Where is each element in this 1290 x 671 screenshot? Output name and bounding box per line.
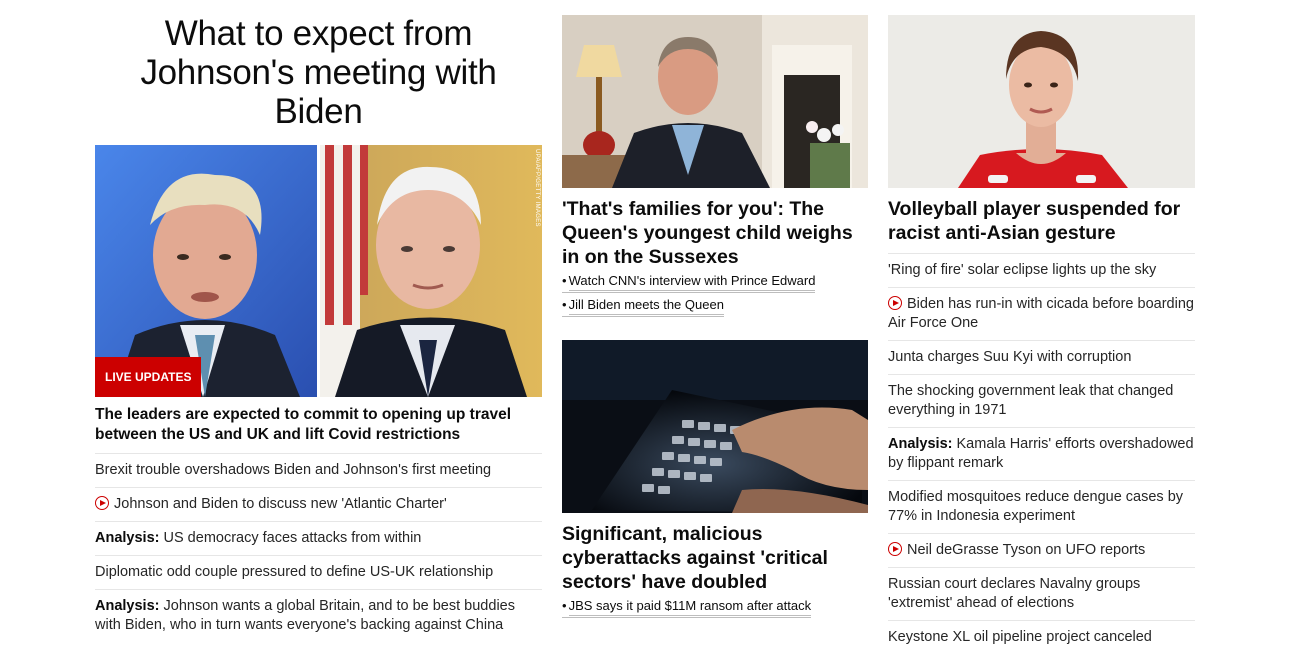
list-item-text: Junta charges Suu Kyi with corruption: [888, 349, 1132, 365]
bullet: •: [562, 297, 567, 312]
list-item[interactable]: Keystone XL oil pipeline project cancele…: [888, 621, 1195, 654]
cyberattacks-headline[interactable]: Significant, malicious cyberattacks agai…: [562, 522, 868, 594]
main-headline[interactable]: What to expect from Johnson's meeting wi…: [95, 14, 542, 131]
list-item[interactable]: Modified mosquitoes reduce dengue cases …: [888, 481, 1195, 534]
list-item[interactable]: Analysis: Johnson wants a global Britain…: [95, 590, 542, 642]
volleyball-headline[interactable]: Volleyball player suspended for racist a…: [888, 197, 1195, 254]
list-item[interactable]: Analysis: Kamala Harris' efforts oversha…: [888, 428, 1195, 481]
list-item-text: Biden has run-in with cicada before boar…: [888, 296, 1194, 331]
list-item[interactable]: Brexit trouble overshadows Biden and Joh…: [95, 454, 542, 488]
list-item[interactable]: Neil deGrasse Tyson on UFO reports: [888, 534, 1195, 568]
list-item-text: Neil deGrasse Tyson on UFO reports: [907, 542, 1146, 558]
list-item[interactable]: Johnson and Biden to discuss new 'Atlant…: [95, 488, 542, 522]
volleyball-player-image: [888, 15, 1195, 188]
prince-edward-headline[interactable]: 'That's families for you': The Queen's y…: [562, 197, 868, 269]
related-link-text: JBS says it paid $11M ransom after attac…: [568, 597, 812, 616]
photo-credit: UPA/AFP/GETTY IMAGES: [534, 149, 540, 227]
bullet: •: [562, 598, 567, 613]
live-updates-badge[interactable]: LIVE UPDATES: [95, 357, 202, 397]
prince-edward-image: [562, 15, 868, 188]
related-link-text: Jill Biden meets the Queen: [568, 296, 724, 315]
lead-summary[interactable]: The leaders are expected to commit to op…: [95, 405, 542, 454]
list-item[interactable]: Junta charges Suu Kyi with corruption: [888, 341, 1195, 375]
list-item-text: Johnson and Biden to discuss new 'Atlant…: [114, 496, 447, 512]
right-related-list: 'Ring of fire' solar eclipse lights up t…: [888, 254, 1195, 654]
list-item[interactable]: Biden has run-in with cicada before boar…: [888, 288, 1195, 341]
play-video-icon: [95, 496, 109, 510]
list-item-text: Diplomatic odd couple pressured to defin…: [95, 564, 494, 580]
hacker-keyboard-image: [562, 340, 868, 513]
related-link[interactable]: • Watch CNN's interview with Prince Edwar…: [562, 272, 868, 293]
play-video-icon: [888, 542, 902, 556]
list-item-text: The shocking government leak that change…: [888, 383, 1174, 418]
analysis-label: Analysis:: [95, 598, 160, 614]
keyboard-photo[interactable]: [562, 340, 868, 513]
play-video-icon: [888, 296, 902, 310]
bullet: •: [562, 273, 567, 288]
analysis-label: Analysis:: [95, 530, 160, 546]
johnson-biden-photo[interactable]: UPA/AFP/GETTY IMAGES LIVE UPDATES: [95, 145, 542, 397]
main-story-column: What to expect from Johnson's meeting wi…: [95, 0, 542, 642]
right-column: Volleyball player suspended for racist a…: [888, 0, 1195, 654]
list-item[interactable]: Diplomatic odd couple pressured to defin…: [95, 556, 542, 590]
list-item-text: Brexit trouble overshadows Biden and Joh…: [95, 462, 492, 478]
list-item-text: Modified mosquitoes reduce dengue cases …: [888, 489, 1184, 524]
related-link-text: Watch CNN's interview with Prince Edward: [568, 272, 816, 291]
main-related-list: Brexit trouble overshadows Biden and Joh…: [95, 454, 542, 642]
related-link[interactable]: • JBS says it paid $11M ransom after atta…: [562, 597, 868, 618]
list-item-text: US democracy faces attacks from within: [159, 530, 422, 546]
volleyball-player-photo[interactable]: [888, 15, 1195, 188]
related-link[interactable]: • Jill Biden meets the Queen: [562, 296, 868, 317]
list-item[interactable]: Analysis: US democracy faces attacks fro…: [95, 522, 542, 556]
list-item-text: Russian court declares Navalny groups 'e…: [888, 576, 1141, 611]
middle-column: 'That's families for you': The Queen's y…: [562, 0, 868, 618]
list-item[interactable]: 'Ring of fire' solar eclipse lights up t…: [888, 254, 1195, 288]
prince-edward-photo[interactable]: [562, 15, 868, 188]
list-item-text: Keystone XL oil pipeline project cancele…: [888, 629, 1152, 645]
analysis-label: Analysis:: [888, 436, 953, 452]
list-item[interactable]: Russian court declares Navalny groups 'e…: [888, 568, 1195, 621]
list-item[interactable]: The shocking government leak that change…: [888, 375, 1195, 428]
list-item-text: 'Ring of fire' solar eclipse lights up t…: [888, 262, 1157, 278]
